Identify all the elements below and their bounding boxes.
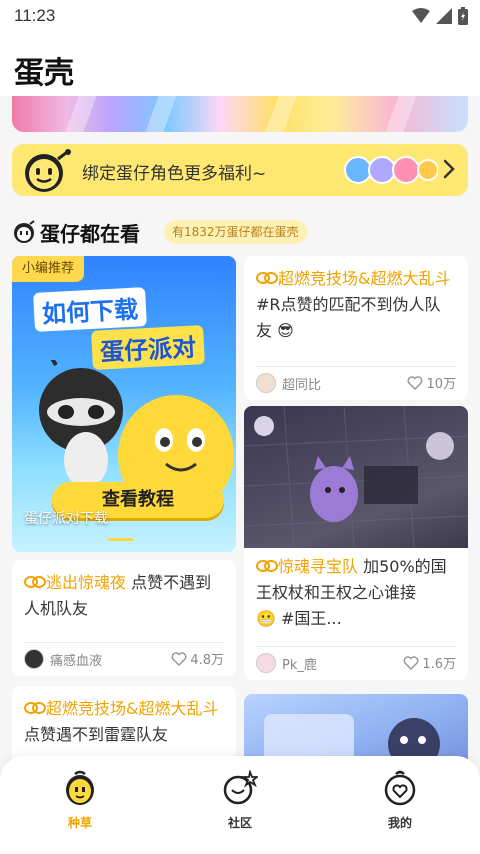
planet-star-icon: [223, 768, 260, 805]
post-title: 超燃竞技场&超燃大乱斗 #R点赞的匹配不到伪人队友 😎: [256, 266, 456, 344]
egg-mascot-icon: [66, 770, 94, 805]
sunglasses-emoji-icon: 😎: [277, 321, 294, 340]
egg-mascot-icon: [25, 149, 71, 192]
status-bar: 11:23: [0, 0, 480, 34]
post-author[interactable]: 超同比: [256, 373, 321, 393]
like-count: 10万: [426, 377, 456, 392]
section-title: 蛋仔都在看: [40, 222, 140, 246]
post-card[interactable]: 惊魂寻宝队 加50%的国王权杖和王权之心谁接 😬 #国王... Pk_鹿 1.6万: [244, 406, 468, 680]
reward-badge-icon: [344, 156, 438, 184]
status-time: 11:23: [14, 6, 56, 25]
avatar: [24, 649, 44, 669]
game-scene-illustration: [244, 406, 468, 549]
section-header: 蛋仔都在看 有1832万蛋仔都在蛋壳: [12, 216, 468, 248]
post-text: 点赞遇不到雷霆队友: [24, 725, 169, 744]
battery-icon: [458, 7, 468, 25]
post-title: 惊魂寻宝队 加50%的国王权杖和王权之心谁接 😬 #国王...: [256, 554, 456, 632]
nav-label: 社区: [227, 816, 252, 830]
feature-headline-1: 如何下载: [33, 287, 147, 332]
reward-badges: [342, 154, 438, 186]
page-title: 蛋壳: [14, 56, 74, 91]
heart-icon: [407, 375, 423, 390]
heart-icon: [403, 655, 419, 670]
like-button[interactable]: 4.8万: [171, 649, 224, 668]
topic-egg-icon: [256, 272, 278, 284]
wifi-icon: [412, 8, 430, 23]
nav-tab-recommend[interactable]: 种草: [40, 770, 120, 831]
bind-card-text: 绑定蛋仔角色更多福利~: [82, 164, 267, 184]
bottom-nav: 种草 社区 我的: [0, 756, 480, 854]
nav-tab-community[interactable]: 社区: [200, 768, 280, 831]
post-meta: Pk_鹿 1.6万: [256, 646, 456, 673]
status-icons: [412, 7, 468, 25]
author-name: Pk_鹿: [282, 657, 317, 673]
carousel-indicator: [108, 538, 134, 541]
featured-tutorial-card[interactable]: 小编推荐 如何下载 蛋仔派对 查看教程 蛋仔派对下载: [12, 256, 236, 552]
post-text-continued: #国王...: [275, 609, 342, 628]
like-count: 4.8万: [190, 653, 224, 668]
post-title: 超燃竞技场&超燃大乱斗 点赞遇不到雷霆队友: [24, 696, 224, 748]
heart-icon: [171, 651, 187, 666]
nav-label: 我的: [387, 816, 412, 830]
egg-face-icon: [14, 220, 35, 243]
topic-egg-icon: [24, 576, 46, 588]
avatar: [256, 653, 276, 673]
like-button[interactable]: 10万: [407, 373, 456, 392]
profile-heart-icon: [384, 770, 416, 806]
post-card[interactable]: 逃出惊魂夜 点赞不遇到人机队友 痛感血液 4.8万: [12, 560, 236, 676]
signal-icon: [436, 8, 452, 24]
like-count: 1.6万: [422, 657, 456, 672]
like-button[interactable]: 1.6万: [403, 653, 456, 672]
editor-pick-tag: 小编推荐: [12, 256, 85, 282]
post-title: 逃出惊魂夜 点赞不遇到人机队友: [24, 570, 224, 622]
app-header: 蛋壳: [0, 34, 480, 96]
topic-egg-icon: [24, 702, 46, 714]
post-author[interactable]: Pk_鹿: [256, 653, 317, 673]
grin-emoji-icon: 😬: [256, 609, 276, 628]
post-topic[interactable]: 超燃竞技场&超燃大乱斗: [278, 269, 450, 288]
post-card[interactable]: 超燃竞技场&超燃大乱斗 #R点赞的匹配不到伪人队友 😎 超同比 10万: [244, 256, 468, 400]
section-badge: 有1832万蛋仔都在蛋壳: [164, 220, 307, 244]
chevron-right-icon: [443, 159, 455, 179]
post-image: [244, 406, 468, 549]
author-name: 超同比: [282, 377, 322, 393]
post-topic[interactable]: 逃出惊魂夜: [46, 573, 126, 592]
post-topic[interactable]: 超燃竞技场&超燃大乱斗: [46, 699, 218, 718]
top-banner-carousel[interactable]: [12, 96, 468, 132]
nav-label: 种草: [67, 816, 92, 830]
author-name: 痛感血液: [50, 653, 103, 669]
feature-caption: 蛋仔派对下载: [24, 511, 108, 527]
eggy-characters-illustration: [39, 360, 234, 490]
topic-egg-icon: [256, 560, 278, 572]
post-topic[interactable]: 惊魂寻宝队: [278, 557, 358, 576]
post-meta: 痛感血液 4.8万: [24, 642, 224, 669]
post-author[interactable]: 痛感血液: [24, 649, 102, 669]
post-meta: 超同比 10万: [256, 366, 456, 393]
bind-role-card[interactable]: 绑定蛋仔角色更多福利~: [12, 144, 468, 196]
nav-tab-profile[interactable]: 我的: [360, 770, 440, 831]
avatar: [256, 373, 276, 393]
